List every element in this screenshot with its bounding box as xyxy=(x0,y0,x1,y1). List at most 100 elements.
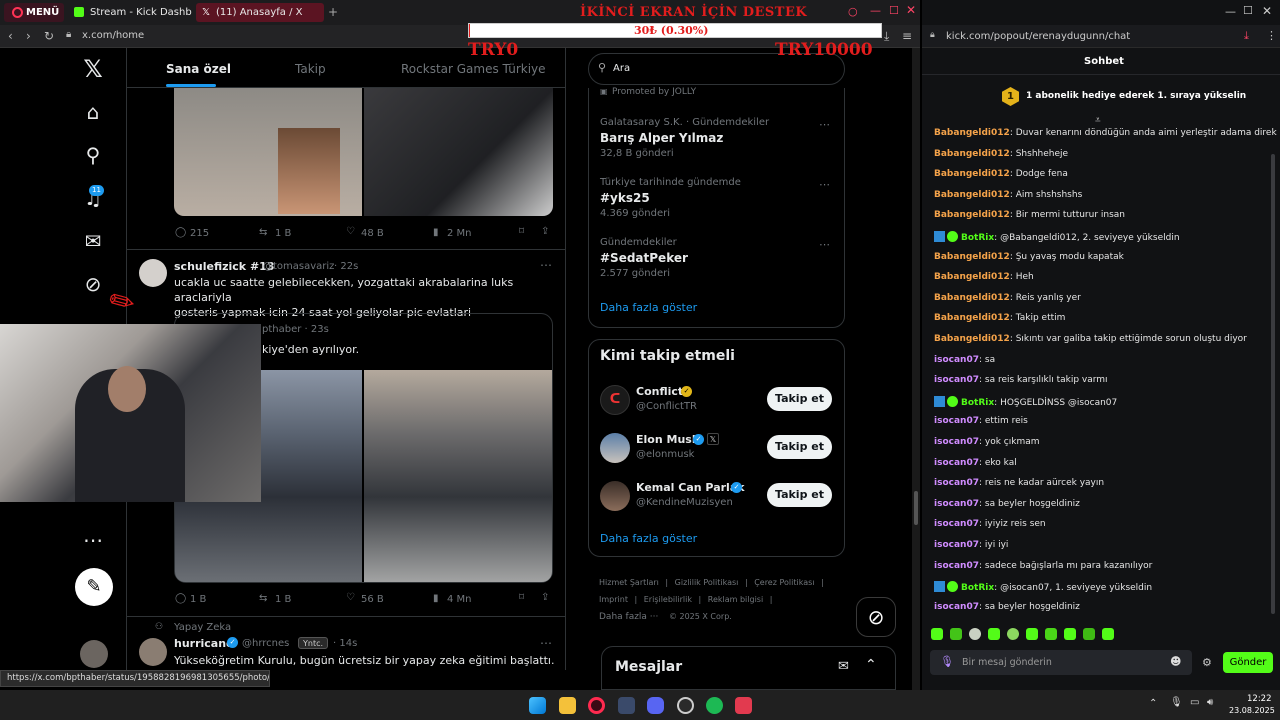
kick-url[interactable]: kick.com/popout/erenaydugunn/chat xyxy=(946,31,1130,42)
tab-following[interactable]: Takip xyxy=(295,62,326,76)
tab-kick-dashboard[interactable]: Stream - Kick Dashboard xyxy=(70,3,192,22)
views-icon[interactable]: ▮ xyxy=(433,227,439,238)
chat-username[interactable]: Babangeldi012 xyxy=(934,149,1010,159)
follow-avatar[interactable]: ᑕ xyxy=(600,385,630,415)
new-tab-icon[interactable]: + xyxy=(328,5,338,19)
chat-username[interactable]: Babangeldi012 xyxy=(934,128,1010,138)
scrollbar-thumb[interactable] xyxy=(914,491,918,525)
close-icon[interactable]: ✕ xyxy=(906,3,916,17)
chat-username[interactable]: isocan07 xyxy=(934,499,979,509)
footer-link[interactable]: Imprint xyxy=(599,595,628,604)
emote-icon[interactable] xyxy=(1064,628,1076,640)
file-explorer-icon[interactable] xyxy=(559,697,576,714)
trend-item[interactable]: Galatasaray S.K. · Gündemdekiler Barış A… xyxy=(600,117,830,159)
repost-icon[interactable]: ⇆ xyxy=(259,227,267,238)
obs-icon[interactable] xyxy=(677,697,694,714)
emote-icon[interactable] xyxy=(969,628,981,640)
post-time[interactable]: · 22s xyxy=(334,261,358,272)
post-author-name[interactable]: hurricane xyxy=(174,637,234,650)
download-icon[interactable]: ⤓ xyxy=(1244,29,1249,43)
maximize-icon[interactable]: ☐ xyxy=(889,4,899,17)
follow-button[interactable]: Takip et xyxy=(767,483,832,507)
bookmark-icon[interactable]: ⌑ xyxy=(519,592,524,603)
show-more-follow-link[interactable]: Daha fazla göster xyxy=(600,532,697,545)
messages-drawer[interactable]: Mesajlar ✉ ⌃ xyxy=(601,646,896,690)
chat-username[interactable]: Babangeldi012 xyxy=(934,190,1010,200)
follow-button[interactable]: Takip et xyxy=(767,387,832,411)
opera-gx-icon[interactable] xyxy=(588,697,605,714)
post-more-icon[interactable]: ⋯ xyxy=(540,258,552,272)
search-input[interactable]: Ara xyxy=(613,63,630,74)
emote-icon[interactable] xyxy=(931,628,943,640)
close-icon[interactable]: ✕ xyxy=(1262,4,1272,18)
trend-more-icon[interactable]: ⋯ xyxy=(819,118,830,131)
chat-username[interactable]: isocan07 xyxy=(934,458,979,468)
chat-username[interactable]: Babangeldi012 xyxy=(934,272,1010,282)
volume-icon[interactable]: 🔊︎ xyxy=(1207,697,1213,708)
browser-menu-icon[interactable]: ⋮ xyxy=(1266,29,1277,42)
quoted-post-image[interactable] xyxy=(364,370,552,582)
app-icon[interactable] xyxy=(735,697,752,714)
emote-icon[interactable] xyxy=(988,628,1000,640)
views-icon[interactable]: ▮ xyxy=(433,593,439,604)
chat-username[interactable]: isocan07 xyxy=(934,375,979,385)
follow-avatar[interactable] xyxy=(600,481,630,511)
menu-button[interactable]: MENÜ xyxy=(4,3,64,22)
back-icon[interactable]: ‹ xyxy=(8,29,13,43)
emote-icon[interactable] xyxy=(1007,628,1019,640)
repost-icon[interactable]: ⇆ xyxy=(259,593,267,604)
grok-float-button[interactable]: ⊘ xyxy=(856,597,896,637)
spotify-icon[interactable] xyxy=(706,697,723,714)
chat-username[interactable]: Babangeldi012 xyxy=(934,293,1010,303)
mic-icon[interactable]: 🎙︎ xyxy=(1170,697,1183,708)
tab-rockstar[interactable]: Rockstar Games Türkiye xyxy=(401,62,546,76)
chat-username[interactable]: isocan07 xyxy=(934,355,979,365)
search-tabs-icon[interactable]: ○ xyxy=(848,5,858,18)
chat-username[interactable]: Babangeldi012 xyxy=(934,252,1010,262)
reload-icon[interactable]: ↻ xyxy=(44,29,54,43)
trend-more-icon[interactable]: ⋯ xyxy=(819,238,830,251)
emoji-icon[interactable]: ☻ xyxy=(1170,655,1181,668)
new-message-icon[interactable]: ✉ xyxy=(838,659,849,674)
compose-post-button[interactable]: ✎ xyxy=(75,568,113,606)
search-icon[interactable]: ⚲ xyxy=(80,142,106,168)
post-more-icon[interactable]: ⋯ xyxy=(540,636,552,650)
footer-link[interactable]: Reklam bilgisi xyxy=(708,595,763,604)
post-author-avatar[interactable] xyxy=(139,638,167,666)
tray-chevron-icon[interactable]: ⌃ xyxy=(1149,698,1157,709)
chat-username[interactable]: Babangeldi012 xyxy=(934,210,1010,220)
forward-icon[interactable]: › xyxy=(26,29,31,43)
page-scrollbar[interactable] xyxy=(912,48,920,690)
post-author-handle[interactable]: @hrrcnes xyxy=(242,638,289,649)
follow-name[interactable]: Elon Musk xyxy=(636,433,699,446)
discord-icon[interactable] xyxy=(647,697,664,714)
chat-username[interactable]: isocan07 xyxy=(934,540,979,550)
start-icon[interactable] xyxy=(529,697,546,714)
emote-icon[interactable] xyxy=(950,628,962,640)
post-time[interactable]: · 14s xyxy=(333,638,357,649)
app-icon[interactable] xyxy=(618,697,635,714)
footer-link[interactable]: Erişilebilirlik xyxy=(644,595,692,604)
follow-name[interactable]: Kemal Can Parlak xyxy=(636,481,745,494)
clock-time[interactable]: 12:22 xyxy=(1247,694,1272,704)
collapse-icon[interactable]: ⩡ xyxy=(1095,115,1101,126)
trend-more-icon[interactable]: ⋯ xyxy=(819,178,830,191)
chat-username[interactable]: isocan07 xyxy=(934,561,979,571)
clock-date[interactable]: 23.08.2025 xyxy=(1229,706,1275,715)
emote-icon[interactable] xyxy=(1102,628,1114,640)
chat-username[interactable]: Babangeldi012 xyxy=(934,313,1010,323)
gift-leaderboard-banner[interactable]: 1 1 abonelik hediye ederek 1. sıraya yük… xyxy=(922,78,1280,116)
tab-for-you[interactable]: Sana özel xyxy=(166,62,231,76)
messages-icon[interactable]: ✉ xyxy=(80,228,106,254)
minimize-icon[interactable]: — xyxy=(870,4,881,17)
chat-username[interactable]: BotRix xyxy=(961,398,994,408)
emote-icon[interactable] xyxy=(1045,628,1057,640)
site-info-icon[interactable]: 🔒︎ xyxy=(930,30,935,40)
url-text[interactable]: x.com/home xyxy=(82,30,144,41)
x-logo-icon[interactable]: 𝕏 xyxy=(80,56,106,82)
post-author-handle[interactable]: @tomasavariz xyxy=(263,261,334,272)
mic-icon[interactable]: 🎙︎ xyxy=(940,655,954,668)
like-icon[interactable]: ♡ xyxy=(346,592,355,603)
chat-username[interactable]: isocan07 xyxy=(934,416,979,426)
post-author-name[interactable]: schulefizick #13 xyxy=(174,260,274,273)
